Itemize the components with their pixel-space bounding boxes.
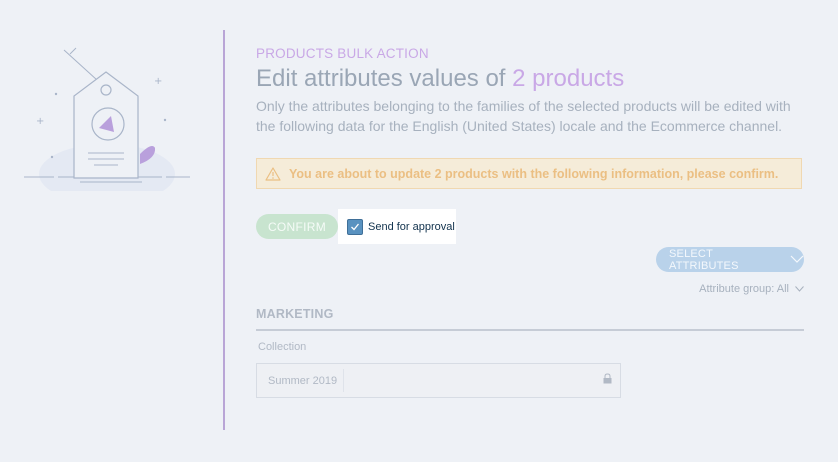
header: PRODUCTS BULK ACTION Edit attributes val… [256, 44, 804, 136]
vertical-divider [223, 30, 225, 430]
product-count: 2 products [512, 65, 625, 92]
page-title: Edit attributes values of 2 products [256, 65, 804, 93]
confirm-button[interactable]: CONFIRM [256, 214, 338, 239]
attribute-group-label: Attribute group: All [699, 283, 789, 295]
send-for-approval-label: Send for approval [368, 220, 455, 233]
send-for-approval-toggle[interactable]: Send for approval [338, 209, 456, 244]
bulk-action-illustration: + + [22, 46, 192, 204]
warning-icon [257, 166, 289, 181]
warning-text: You are about to update 2 products with … [289, 166, 779, 181]
attribute-group-filter[interactable]: Attribute group: All [699, 283, 804, 295]
select-attributes-label: SELECT ATTRIBUTES [669, 247, 739, 272]
lock-icon [603, 371, 612, 389]
collection-field-label: Collection [258, 341, 307, 353]
chevron-down-icon [790, 254, 804, 266]
pre-title: PRODUCTS BULK ACTION [256, 46, 429, 61]
title-prefix: Edit attributes values of [256, 65, 506, 92]
checkmark-icon [351, 223, 360, 230]
select-attributes-button[interactable]: SELECT ATTRIBUTES [656, 247, 804, 272]
warning-banner: You are about to update 2 products with … [256, 158, 802, 189]
chevron-down-icon [795, 283, 804, 295]
send-for-approval-checkbox[interactable] [347, 218, 363, 235]
section-title: MARKETING [256, 307, 804, 331]
svg-text:+: + [154, 76, 162, 87]
page-description: Only the attributes belonging to the fam… [256, 98, 791, 134]
collection-field: Summer 2019 [256, 363, 621, 398]
svg-text:+: + [36, 116, 44, 127]
collection-value-tag: Summer 2019 [262, 369, 345, 392]
price-tag-illustration: + + [24, 47, 190, 204]
